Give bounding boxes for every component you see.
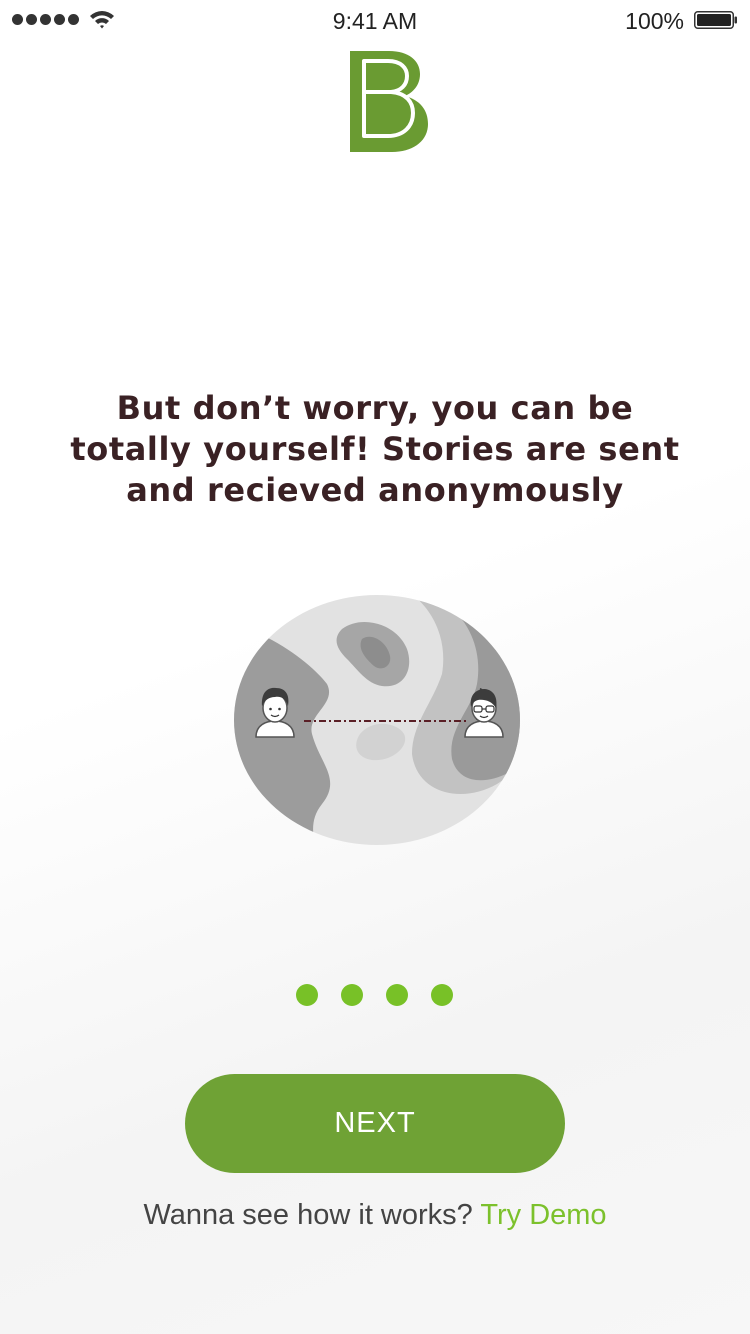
- page-indicator-dot[interactable]: [341, 984, 363, 1006]
- demo-prompt-text: Wanna see how it works?: [143, 1199, 473, 1231]
- battery-percent: 100%: [625, 8, 684, 34]
- onboarding-headline: But don’t worry, you can be totally your…: [70, 389, 680, 509]
- page-indicator-dot[interactable]: [431, 984, 453, 1006]
- next-button[interactable]: NEXT: [185, 1074, 565, 1173]
- brand-logo: [350, 51, 428, 152]
- anonymous-globe-illustration: [234, 595, 520, 845]
- status-bar: 9:41 AM 100%: [0, 0, 750, 40]
- page-indicator-dot[interactable]: [386, 984, 408, 1006]
- demo-prompt-line: Wanna see how it works? Try Demo: [0, 1199, 750, 1232]
- battery-full-icon: [694, 11, 737, 29]
- page-indicator-dot[interactable]: [296, 984, 318, 1006]
- page-indicator: [296, 984, 453, 1006]
- try-demo-link[interactable]: Try Demo: [480, 1199, 606, 1231]
